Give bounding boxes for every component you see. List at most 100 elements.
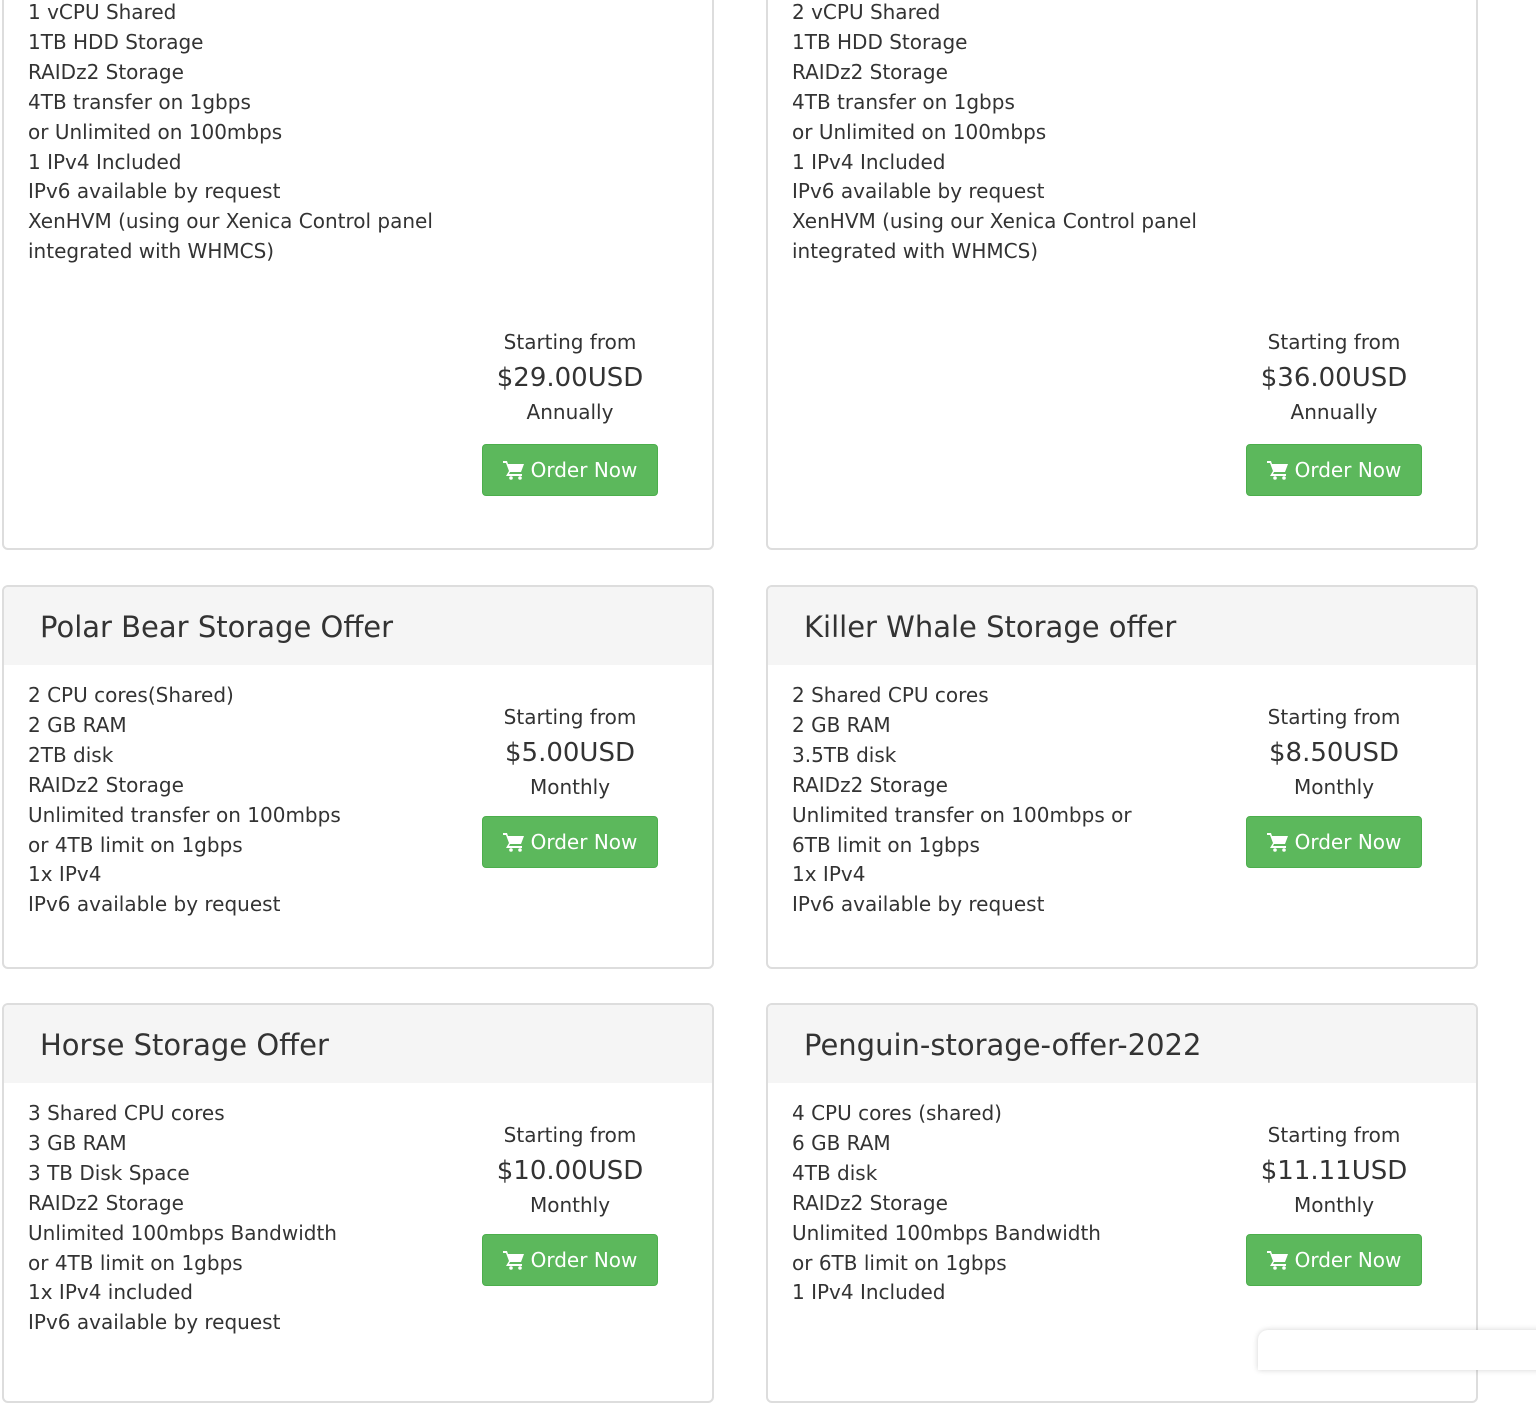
feature-item: 6TB limit on 1gbps [792, 832, 980, 857]
price-block: Starting from $36.00USD Annually [1246, 328, 1422, 426]
product-card-killer-whale: Killer Whale Storage offer 2 Shared CPU … [766, 585, 1478, 969]
feature-item: or 4TB limit on 1gbps [28, 832, 243, 857]
feature-item: 1 IPv4 Included [792, 1280, 946, 1305]
shopping-cart-icon [1266, 833, 1288, 852]
starting-from-label: Starting from [1267, 330, 1401, 354]
card-title: Penguin-storage-offer-2022 [804, 1028, 1202, 1062]
card-title: Horse Storage Offer [40, 1028, 329, 1062]
shopping-cart-icon [1266, 461, 1288, 480]
feature-item: Unlimited transfer on 100mbps or [792, 802, 1132, 827]
feature-item: integrated with WHMCS) [28, 239, 275, 264]
chat-widget-tab[interactable] [1258, 1330, 1536, 1370]
card-header: Killer Whale Storage offer [768, 587, 1476, 665]
price-block: Starting from $5.00USD Monthly [482, 703, 658, 801]
order-now-button[interactable]: Order Now [482, 444, 658, 496]
feature-item: or 6TB limit on 1gbps [792, 1250, 1007, 1275]
feature-item: or Unlimited on 100mbps [28, 119, 283, 144]
feature-item: 6 GB RAM [792, 1130, 891, 1155]
price: $8.50USD [1269, 738, 1399, 768]
feature-list: 1 vCPU Shared 1TB HDD Storage RAIDz2 Sto… [28, 0, 468, 267]
feature-item: RAIDz2 Storage [28, 59, 184, 84]
billing-cycle: Annually [526, 400, 614, 424]
billing-cycle: Monthly [1293, 775, 1375, 799]
order-now-label: Order Now [1294, 830, 1402, 854]
feature-item: 3 TB Disk Space [28, 1160, 190, 1185]
feature-item: 1x IPv4 included [28, 1280, 193, 1305]
feature-item: 2 vCPU Shared [792, 0, 941, 24]
feature-item: Unlimited transfer on 100mbps [28, 802, 341, 827]
feature-item: XenHVM (using our Xenica Control panel [28, 209, 433, 234]
starting-from-label: Starting from [503, 1123, 637, 1147]
product-card-polar-bear: Polar Bear Storage Offer 2 CPU cores(Sha… [2, 585, 714, 969]
feature-item: 2TB disk [28, 742, 114, 767]
billing-cycle: Monthly [529, 1193, 611, 1217]
price: $10.00USD [496, 1156, 644, 1186]
feature-item: 3.5TB disk [792, 742, 897, 767]
feature-item: IPv6 available by request [792, 179, 1045, 204]
starting-from-label: Starting from [503, 330, 637, 354]
feature-item: Unlimited 100mbps Bandwidth [28, 1220, 337, 1245]
feature-item: 1x IPv4 [28, 862, 102, 887]
price: $36.00USD [1260, 363, 1408, 393]
billing-cycle: Annually [1290, 400, 1378, 424]
shopping-cart-icon [502, 1251, 524, 1270]
order-now-label: Order Now [530, 830, 638, 854]
feature-list: 3 Shared CPU cores 3 GB RAM 3 TB Disk Sp… [28, 1099, 468, 1338]
card-header: Penguin-storage-offer-2022 [768, 1005, 1476, 1083]
feature-item: 2 GB RAM [792, 712, 891, 737]
feature-item: 4TB transfer on 1gbps [28, 89, 251, 114]
feature-item: RAIDz2 Storage [792, 59, 948, 84]
card-header: Polar Bear Storage Offer [4, 587, 712, 665]
feature-item: integrated with WHMCS) [792, 239, 1039, 264]
starting-from-label: Starting from [1267, 705, 1401, 729]
feature-item: RAIDz2 Storage [28, 1190, 184, 1215]
shopping-cart-icon [502, 833, 524, 852]
card-header: Horse Storage Offer [4, 1005, 712, 1083]
order-now-button[interactable]: Order Now [482, 1234, 658, 1286]
card-title: Polar Bear Storage Offer [40, 610, 394, 644]
order-now-button[interactable]: Order Now [1246, 816, 1422, 868]
order-now-label: Order Now [530, 1248, 638, 1272]
card-title: Killer Whale Storage offer [804, 610, 1177, 644]
billing-cycle: Monthly [529, 775, 611, 799]
order-now-label: Order Now [1294, 458, 1402, 482]
feature-item: IPv6 available by request [28, 1310, 281, 1335]
price-block: Starting from $29.00USD Annually [482, 328, 658, 426]
feature-list: 2 Shared CPU cores 2 GB RAM 3.5TB disk R… [792, 681, 1232, 920]
price: $29.00USD [496, 363, 644, 393]
shopping-cart-icon [502, 461, 524, 480]
feature-list: 2 vCPU Shared 1TB HDD Storage RAIDz2 Sto… [792, 0, 1232, 267]
feature-item: 1x IPv4 [792, 862, 866, 887]
product-card-horse: Horse Storage Offer 3 Shared CPU cores 3… [2, 1003, 714, 1403]
feature-item: 1TB HDD Storage [792, 29, 968, 54]
starting-from-label: Starting from [503, 705, 637, 729]
billing-cycle: Monthly [1293, 1193, 1375, 1217]
feature-item: 2 Shared CPU cores [792, 683, 989, 707]
order-now-label: Order Now [530, 458, 638, 482]
price: $11.11USD [1260, 1156, 1408, 1186]
order-now-button[interactable]: Order Now [1246, 1234, 1422, 1286]
feature-item: Unlimited 100mbps Bandwidth [792, 1220, 1101, 1245]
order-now-button[interactable]: Order Now [482, 816, 658, 868]
product-card-2: 2 vCPU Shared 1TB HDD Storage RAIDz2 Sto… [766, 0, 1478, 550]
feature-item: 2 CPU cores(Shared) [28, 683, 234, 707]
feature-item: 1TB HDD Storage [28, 29, 204, 54]
feature-item: or 4TB limit on 1gbps [28, 1250, 243, 1275]
feature-item: RAIDz2 Storage [792, 772, 948, 797]
feature-list: 2 CPU cores(Shared) 2 GB RAM 2TB disk RA… [28, 681, 468, 920]
feature-item: 4 CPU cores (shared) [792, 1101, 1002, 1125]
feature-item: IPv6 available by request [28, 892, 281, 917]
price-block: Starting from $8.50USD Monthly [1246, 703, 1422, 801]
starting-from-label: Starting from [1267, 1123, 1401, 1147]
shopping-cart-icon [1266, 1251, 1288, 1270]
feature-item: RAIDz2 Storage [28, 772, 184, 797]
price-block: Starting from $10.00USD Monthly [482, 1121, 658, 1219]
feature-item: 4TB disk [792, 1160, 878, 1185]
price: $5.00USD [505, 738, 635, 768]
order-now-button[interactable]: Order Now [1246, 444, 1422, 496]
feature-item: IPv6 available by request [28, 179, 281, 204]
product-card-1: 1 vCPU Shared 1TB HDD Storage RAIDz2 Sto… [2, 0, 714, 550]
feature-item: 1 IPv4 Included [28, 149, 182, 174]
feature-item: XenHVM (using our Xenica Control panel [792, 209, 1197, 234]
order-now-label: Order Now [1294, 1248, 1402, 1272]
